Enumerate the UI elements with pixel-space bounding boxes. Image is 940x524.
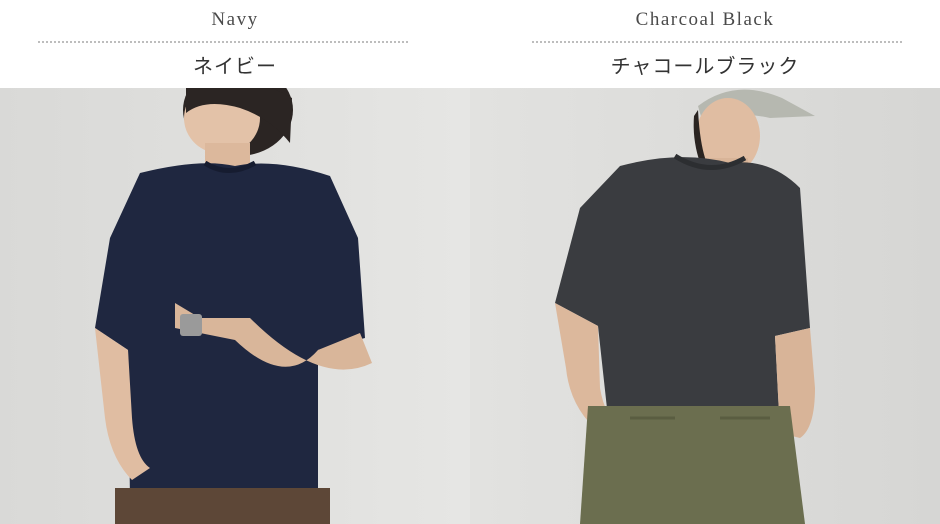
color-variant-charcoal-black: Charcoal Black チャコールブラック — [470, 0, 940, 524]
color-caption: Navy ネイビー — [0, 0, 470, 88]
product-photo-charcoal-black — [470, 88, 940, 524]
color-variant-navy: Navy ネイビー — [0, 0, 470, 524]
color-name-english: Navy — [211, 9, 259, 30]
dotted-divider — [38, 41, 408, 43]
color-name-english: Charcoal Black — [635, 9, 775, 30]
color-name-japanese: チャコールブラック — [610, 56, 800, 78]
dotted-divider — [532, 41, 902, 43]
product-photo-navy — [0, 88, 470, 524]
color-name-japanese: ネイビー — [193, 56, 277, 78]
color-caption: Charcoal Black チャコールブラック — [470, 0, 940, 88]
